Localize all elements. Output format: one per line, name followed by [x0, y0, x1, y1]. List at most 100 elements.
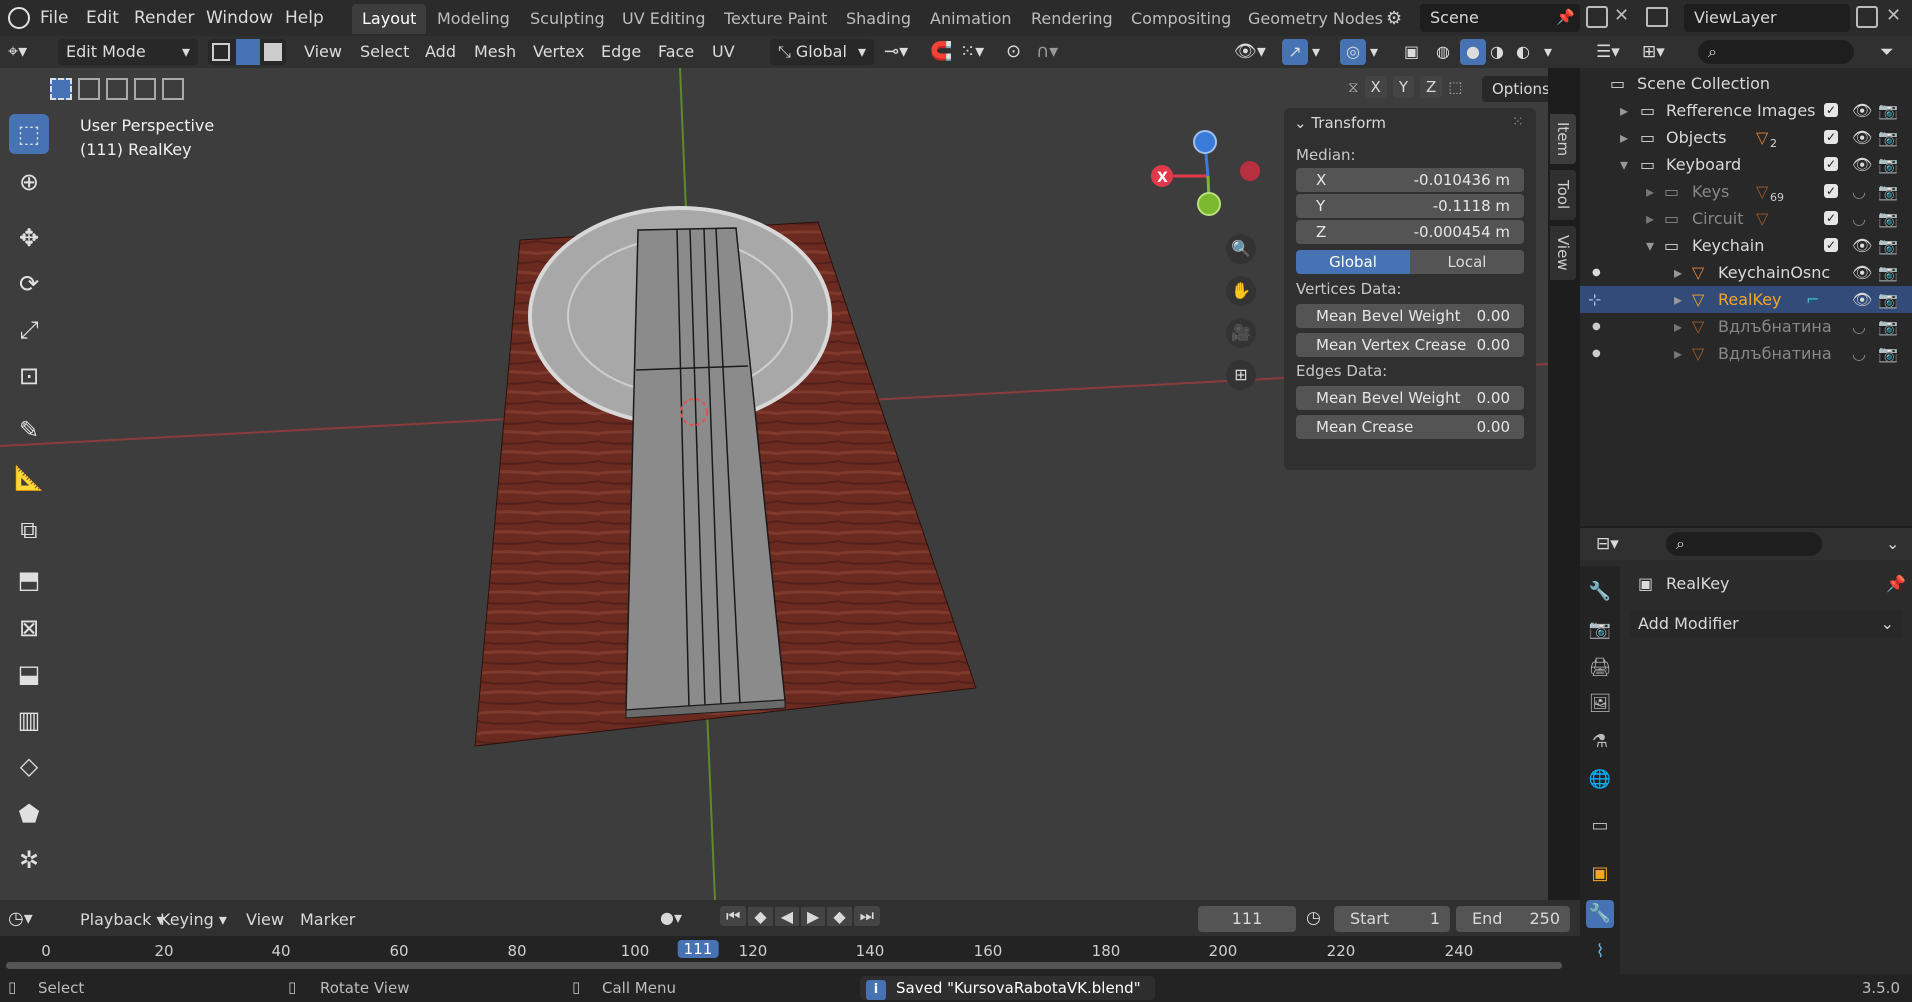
tab-compositing[interactable]: Compositing [1121, 4, 1241, 34]
tool-properties-icon[interactable]: 🔧 [1586, 578, 1614, 606]
edit-mode-icon[interactable]: ⊹ [1588, 286, 1601, 313]
knife-icon[interactable]: ◇ [9, 746, 49, 786]
view-layer-icon[interactable] [1646, 7, 1668, 27]
new-scene-icon[interactable] [1586, 6, 1608, 28]
render-camera-icon[interactable]: 📷 [1878, 340, 1898, 367]
collection-properties-icon[interactable]: ▭ [1586, 812, 1614, 840]
snap-target-icon[interactable]: ⁙▾ [960, 39, 984, 65]
inset-icon[interactable]: ⊠ [9, 608, 49, 648]
eye-icon[interactable]: 👁 [1852, 151, 1872, 178]
extrude-icon[interactable]: ⬒ [9, 560, 49, 600]
menu-face[interactable]: Face [658, 39, 694, 65]
tab-rendering[interactable]: Rendering [1021, 4, 1123, 34]
properties-type-icon[interactable]: ⊟▾ [1596, 534, 1619, 554]
render-camera-icon[interactable]: 📷 [1878, 205, 1898, 232]
outliner-item[interactable]: ▾ ▭ Keyboard ✓ 👁 📷 [1580, 151, 1912, 178]
loop-cut-icon[interactable]: ▥ [9, 700, 49, 740]
outliner-item-selected[interactable]: ⊹ ▸ ▽ RealKey ⌐ 👁 📷 [1580, 286, 1912, 313]
prev-keyframe-icon[interactable]: ◆ [748, 906, 773, 926]
median-z-field[interactable]: Z -0.000454 m [1296, 220, 1524, 244]
wireframe-shading-icon[interactable]: ◍ [1436, 39, 1450, 65]
outliner-item[interactable]: ● ▸ ▽ Вдлъбнатина ◡ 📷 [1580, 340, 1912, 367]
outliner-root[interactable]: ▭ Scene Collection [1580, 70, 1912, 97]
render-camera-icon[interactable]: 📷 [1878, 232, 1898, 259]
clock-icon[interactable]: ◷ [1306, 908, 1321, 928]
edge-bevel-field[interactable]: Mean Bevel Weight 0.00 [1296, 386, 1524, 410]
eye-closed-icon[interactable]: ◡ [1852, 178, 1866, 205]
proportional-edit-icon[interactable]: ⊙ [1006, 39, 1021, 65]
menu-edit[interactable]: Edit [86, 0, 119, 36]
expand-icon[interactable]: ▸ [1674, 313, 1682, 340]
close-icon[interactable]: ✕ [1614, 5, 1629, 26]
play-reverse-icon[interactable]: ◀ [774, 906, 800, 926]
falloff-icon[interactable]: ∩▾ [1036, 39, 1058, 65]
tab-view[interactable]: View [1550, 226, 1576, 280]
outliner-item[interactable]: ▸ ▭ Objects ▽ 2 ✓ 👁 📷 [1580, 124, 1912, 151]
pivot-icon[interactable]: ⊸▾ [884, 39, 908, 65]
tab-item[interactable]: Item [1550, 114, 1576, 164]
3d-viewport[interactable]: X User Perspective (111) RealKey ⧖ X Y Z… [0, 68, 1548, 900]
play-icon[interactable]: ▶ [801, 906, 826, 926]
tab-shading[interactable]: Shading [836, 4, 921, 34]
options-dropdown[interactable]: Options ▾ [1482, 76, 1548, 102]
transform-header[interactable]: ⌄ Transform [1294, 114, 1386, 132]
add-modifier-button[interactable]: Add Modifier ⌄ [1630, 610, 1902, 638]
gizmo-toggle-icon[interactable]: ↗ [1282, 39, 1308, 65]
visibility-icon[interactable]: 👁▾ [1234, 39, 1266, 65]
select-intersect-icon[interactable] [162, 78, 184, 100]
mirror-x-toggle[interactable]: X [1364, 76, 1387, 98]
tab-texture-paint[interactable]: Texture Paint [714, 4, 837, 34]
world-properties-icon[interactable]: 🌐 [1586, 766, 1614, 794]
eye-icon[interactable]: 👁 [1852, 286, 1872, 313]
jump-start-icon[interactable]: ⏮ [720, 906, 747, 926]
collapse-icon[interactable]: ▾ [1620, 151, 1628, 178]
exclude-checkbox[interactable]: ✓ [1824, 238, 1838, 252]
mirror-y-toggle[interactable]: Y [1392, 76, 1414, 98]
particles-properties-icon[interactable]: ⌇ [1586, 938, 1614, 966]
expand-icon[interactable]: ▸ [1620, 97, 1628, 124]
output-properties-icon[interactable]: 🖨 [1586, 654, 1614, 682]
solid-shading-icon[interactable]: ● [1460, 39, 1486, 65]
end-frame-field[interactable]: End 250 [1456, 906, 1570, 932]
outliner-item[interactable]: ● ▸ ▽ KeychainOsnc 👁 📷 [1580, 259, 1912, 286]
tab-modeling[interactable]: Modeling [427, 4, 520, 34]
menu-mesh[interactable]: Mesh [474, 39, 516, 65]
menu-playback[interactable]: Playback ▾ [80, 910, 165, 929]
outliner-item[interactable]: ▸ ▭ Circuit ▽ ✓ ◡ 📷 [1580, 205, 1912, 232]
select-extend-icon[interactable] [78, 78, 100, 100]
rendered-shading-icon[interactable]: ◐ [1516, 39, 1530, 65]
menu-add[interactable]: Add [425, 39, 456, 65]
outliner-type-icon[interactable]: ☰▾ [1596, 42, 1620, 62]
menu-file[interactable]: File [40, 0, 68, 36]
bevel-icon[interactable]: ⬓ [9, 654, 49, 694]
collapse-icon[interactable]: ▾ [1646, 232, 1654, 259]
scale-icon[interactable]: ⤢ [9, 310, 49, 350]
annotate-icon[interactable]: ✎ [9, 410, 49, 450]
new-view-layer-icon[interactable] [1856, 6, 1878, 28]
scene-icon[interactable]: ⚙ [1386, 8, 1402, 29]
render-camera-icon[interactable]: 📷 [1878, 124, 1898, 151]
auto-merge-icon[interactable]: ⬚ [1448, 78, 1462, 96]
render-camera-icon[interactable]: 📷 [1878, 178, 1898, 205]
render-camera-icon[interactable]: 📷 [1878, 286, 1898, 313]
outliner-search-input[interactable]: ⌕ [1698, 40, 1854, 64]
eye-icon[interactable]: 👁 [1852, 97, 1872, 124]
menu-view[interactable]: View [304, 39, 342, 65]
exclude-checkbox[interactable]: ✓ [1824, 211, 1838, 225]
expand-icon[interactable]: ▸ [1646, 205, 1654, 232]
exclude-checkbox[interactable]: ✓ [1824, 130, 1838, 144]
eye-closed-icon[interactable]: ◡ [1852, 340, 1866, 367]
outliner-item[interactable]: ▾ ▭ Keychain ✓ 👁 📷 [1580, 232, 1912, 259]
edge-select-icon[interactable] [236, 39, 260, 65]
vertex-select-icon[interactable] [212, 43, 230, 61]
tab-uv-editing[interactable]: UV Editing [612, 4, 715, 34]
perspective-grid-icon[interactable]: ⊞ [1226, 360, 1256, 390]
timeline-scrollbar[interactable] [6, 962, 1562, 969]
render-camera-icon[interactable]: 📷 [1878, 313, 1898, 340]
outliner-item[interactable]: ▸ ▭ Keys ▽ 69 ✓ ◡ 📷 [1580, 178, 1912, 205]
overlay-dropdown-icon[interactable]: ▾ [1370, 39, 1378, 65]
face-select-icon[interactable] [264, 43, 282, 61]
vertex-bevel-field[interactable]: Mean Bevel Weight 0.00 [1296, 304, 1524, 328]
blender-logo-icon[interactable] [8, 7, 30, 29]
menu-keying[interactable]: Keying ▾ [160, 910, 227, 929]
